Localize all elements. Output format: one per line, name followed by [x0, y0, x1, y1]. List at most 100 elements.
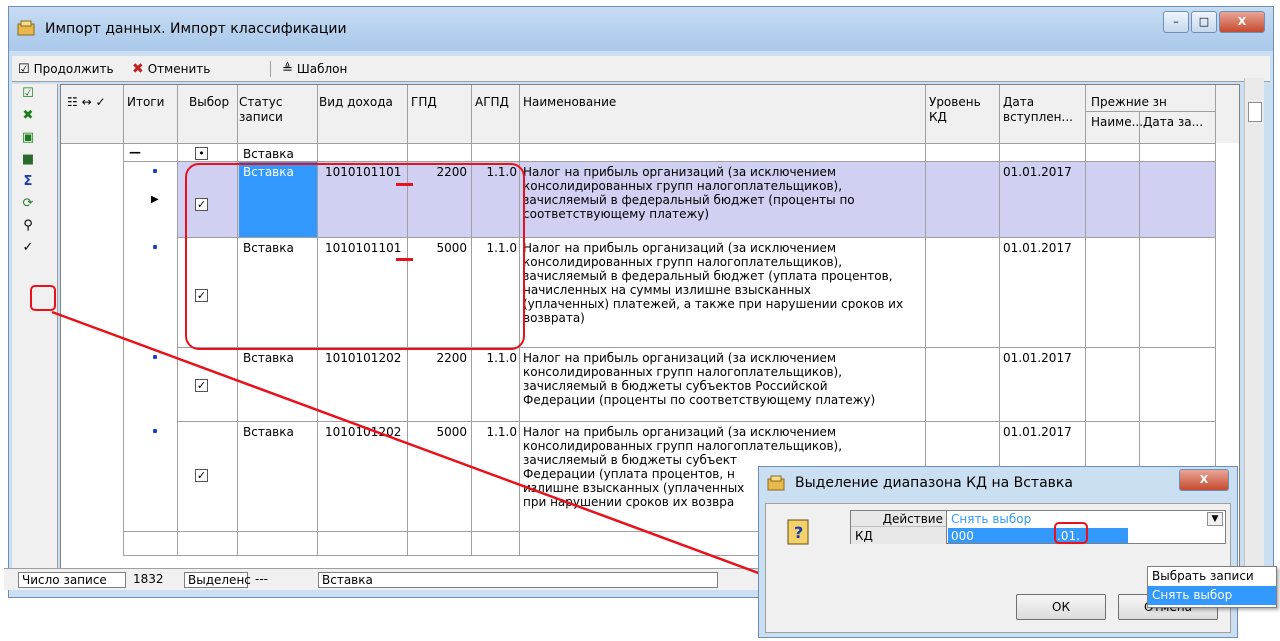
header-itogi[interactable]: Итоги [127, 95, 164, 109]
select-all-icon[interactable]: ☑ [20, 86, 36, 102]
row-kd: 1010101202 [325, 351, 402, 365]
header-prev[interactable]: Прежние зн [1091, 95, 1167, 109]
row-name-4: соответствующему платежу) [523, 207, 710, 221]
vertical-scrollbar[interactable] [1244, 78, 1264, 568]
annotation-side-box [30, 285, 56, 311]
cancel-button[interactable]: ✖ Отменить [132, 60, 210, 78]
header-prev-date[interactable]: Дата за... [1143, 115, 1203, 129]
deselect-icon[interactable]: ✖ [20, 108, 36, 124]
mode-text: Вставка [318, 572, 718, 588]
action-select[interactable]: Снять выбор [951, 512, 1031, 526]
row-name-6: при нарушении сроков их возвра [523, 495, 735, 509]
ok-button[interactable]: ОК [1016, 594, 1106, 620]
cancel-x-icon: ✖ [132, 61, 144, 77]
dialog-title: Выделение диапазона КД на Вставка [795, 475, 1073, 491]
minimize-button[interactable]: – [1163, 11, 1189, 33]
row-gpd: 5000 [436, 425, 467, 439]
row-date: 01.01.2017 [1003, 241, 1072, 255]
row-name-1: Налог на прибыль организаций (за исключе… [523, 351, 836, 365]
row-name-2: консолидированных групп налогоплательщик… [523, 365, 843, 379]
maximize-button[interactable]: □ [1191, 11, 1217, 33]
title-bar: Импорт данных. Импорт классификации – □ … [9, 7, 1273, 51]
row-name-2: консолидированных групп налогоплательщик… [523, 179, 843, 193]
row-date: 01.01.2017 [1003, 351, 1072, 365]
kd-input[interactable] [948, 528, 1128, 543]
group-status: Вставка [243, 147, 294, 161]
select-range-icon[interactable]: ✓ [20, 240, 36, 256]
action-label: Действие [882, 512, 943, 526]
close-button[interactable]: X [1219, 11, 1265, 33]
row-name-3: зачисляемый в бюджеты субъект [523, 453, 737, 467]
row-name-5: излишне взысканных (уплаченных [523, 481, 745, 495]
row-marker-icon [153, 169, 157, 173]
header-status[interactable]: Статус [239, 95, 282, 109]
excel-icon[interactable]: ▣ [20, 130, 36, 146]
toolbar-separator [270, 61, 271, 77]
row-marker-icon [153, 355, 157, 359]
window-title: Импорт данных. Импорт классификации [45, 21, 347, 37]
option-select-records[interactable]: Выбрать записи [1148, 567, 1276, 586]
header-prev-name[interactable]: Наиме... [1091, 115, 1143, 129]
header-date-2: вступлен... [1003, 110, 1073, 124]
row-checkbox[interactable]: ✓ [195, 469, 208, 482]
row-name-4: Федерации (проценты по соответствующему … [523, 393, 876, 407]
row-name-1: Налог на прибыль организаций (за исключе… [523, 241, 836, 255]
row-name-1: Налог на прибыль организаций (за исключе… [523, 425, 836, 439]
header-vid[interactable]: Вид дохода [319, 95, 393, 109]
sum-icon[interactable]: Σ [20, 174, 36, 190]
info-book-icon: ? [787, 519, 809, 545]
import-icon [767, 475, 785, 491]
toolbar: ☑ Продолжить ✖ Отменить ≜ Шаблон [12, 56, 1270, 82]
row-status: Вставка [243, 425, 294, 439]
annotation-rows-box [185, 163, 525, 350]
checkbox-icon: ☑ [18, 61, 30, 77]
refresh-icon[interactable]: ⟳ [20, 196, 36, 212]
row-date: 01.01.2017 [1003, 165, 1072, 179]
row-name-1: Налог на прибыль организаций (за исключе… [523, 165, 836, 179]
row-gpd: 2200 [436, 351, 467, 365]
row-name-4: Федерации (уплата процентов, н [523, 467, 735, 481]
row-kd: 1010101202 [325, 425, 402, 439]
header-agpd[interactable]: АГПД [475, 95, 509, 109]
row-agpd: 1.1.0 [486, 425, 517, 439]
header-level[interactable]: Уровень [929, 95, 981, 109]
row-name-6: возврата) [523, 311, 585, 325]
continue-button[interactable]: ☑ Продолжить [18, 60, 114, 78]
group-collapse-icon[interactable]: — [129, 145, 141, 159]
row-agpd: 1.1.0 [486, 351, 517, 365]
selected-label: Выделенс [184, 572, 251, 588]
row-name-5: (уплаченных) платежей, а также при наруш… [523, 297, 904, 311]
current-row-pointer-icon: ▶ [151, 194, 159, 205]
kd-prefix: 000 [951, 529, 974, 543]
row-marker-icon [153, 429, 157, 433]
row-checkbox[interactable]: ✓ [195, 379, 208, 392]
template-button[interactable]: ≜ Шаблон [282, 60, 347, 78]
chevron-down-icon[interactable]: ▼ [1207, 512, 1223, 526]
header-vybor[interactable]: Выбор [189, 95, 229, 109]
record-count: 1832 [133, 572, 164, 586]
option-deselect[interactable]: Снять выбор [1148, 586, 1276, 605]
find-icon[interactable]: ⚲ [20, 218, 36, 234]
row-status: Вставка [243, 351, 294, 365]
scroll-thumb[interactable] [1248, 102, 1262, 122]
header-date[interactable]: Дата [1003, 95, 1034, 109]
row-name-3: зачисляемый в федеральный бюджет (процен… [523, 193, 855, 207]
kd-label: КД [855, 529, 873, 543]
properties-grid: Действие Снять выбор ▼ КД 000 .01. [850, 510, 1226, 544]
side-toolbar: ☑ ✖ ▣ ■ Σ ⟳ ⚲ ✓ [12, 84, 58, 574]
save-icon[interactable]: ■ [20, 152, 36, 168]
dialog-close-button[interactable]: X [1179, 469, 1229, 491]
header-tools-icon[interactable]: ☷ ↔ ✓ [67, 95, 106, 109]
annotation-kd-box [1054, 522, 1088, 544]
action-dropdown-list: Выбрать записи Снять выбор [1147, 566, 1277, 608]
template-icon: ≜ [282, 61, 293, 77]
group-checkbox[interactable]: • [195, 147, 208, 160]
row-name-3: зачисляемый в федеральный бюджет (уплата… [523, 269, 893, 283]
row-name-4: начисленных на суммы излишне взысканных [523, 283, 811, 297]
svg-text:?: ? [794, 523, 803, 542]
selected-count: --- [255, 572, 268, 586]
import-icon [17, 20, 35, 36]
header-gpd[interactable]: ГПД [411, 95, 437, 109]
annotation-underline-1 [396, 183, 413, 186]
header-name[interactable]: Наименование [523, 95, 616, 109]
